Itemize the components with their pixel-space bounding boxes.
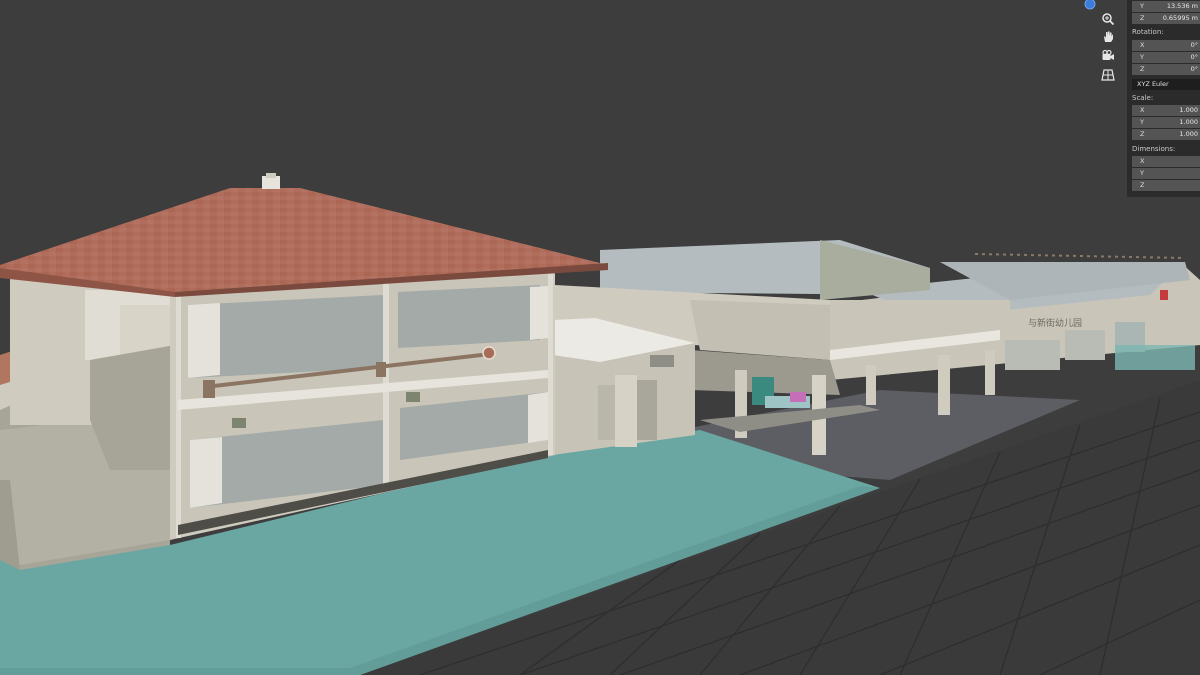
navigation-gizmo [1097,0,1119,86]
select-value: XYZ Euler [1137,80,1169,88]
axis-label: X [1140,41,1145,49]
scale-y-field[interactable]: Y 1.000 [1132,117,1200,128]
pan-hand-icon [1104,31,1113,42]
axis-label: Z [1140,181,1145,189]
perspective-grid-icon [1101,69,1115,81]
field-value: 0° [1190,65,1198,73]
rotation-y-field[interactable]: Y 0° [1132,52,1200,63]
axis-label: Z [1140,130,1145,138]
rotation-label: Rotation: [1132,28,1164,36]
perspective-toggle-button[interactable] [1097,66,1119,84]
axis-label: Y [1140,118,1144,126]
location-y-field[interactable]: Y 13.536 m [1132,1,1200,12]
3d-viewport[interactable]: 与新街幼儿园 [0,0,1200,675]
location-z-field[interactable]: Z 0.65995 m [1132,13,1200,24]
rotation-z-field[interactable]: Z 0° [1132,64,1200,75]
scale-label: Scale: [1132,94,1154,102]
item-properties-panel: Y 13.536 m Z 0.65995 m Rotation: X 0° Y … [1127,0,1200,197]
axis-label: X [1140,106,1145,114]
dimensions-y-field[interactable]: Y [1132,168,1200,179]
rotation-x-field[interactable]: X 0° [1132,40,1200,51]
field-value: 1.000 [1179,118,1198,126]
scale-z-field[interactable]: Z 1.000 [1132,129,1200,140]
field-value: 0° [1190,41,1198,49]
axis-label: Z [1140,14,1145,22]
axis-label: Y [1140,169,1144,177]
field-value: 0° [1190,53,1198,61]
zoom-button[interactable] [1097,10,1119,28]
field-value: 1.000 [1179,106,1198,114]
connector-block [553,318,695,455]
zoom-icon [1102,13,1115,26]
axis-label: Z [1140,65,1145,73]
axis-label: Y [1140,2,1144,10]
pan-button[interactable] [1097,28,1119,46]
scale-x-field[interactable]: X 1.000 [1132,105,1200,116]
camera-view-button[interactable] [1097,47,1119,65]
camera-icon [1102,49,1114,60]
field-value: 0.65995 m [1162,14,1198,22]
rotation-mode-select[interactable]: XYZ Euler [1132,79,1200,90]
field-value: 1.000 [1179,130,1198,138]
dimensions-label: Dimensions: [1132,145,1176,153]
axis-label: X [1140,157,1145,165]
axis-label: Y [1140,53,1144,61]
dimensions-x-field[interactable]: X [1132,156,1200,167]
building-sign: 与新街幼儿园 [1028,317,1082,329]
dimensions-z-field[interactable]: Z [1132,180,1200,191]
field-value: 13.536 m [1166,2,1198,10]
overlay-status-dot [1084,0,1096,10]
